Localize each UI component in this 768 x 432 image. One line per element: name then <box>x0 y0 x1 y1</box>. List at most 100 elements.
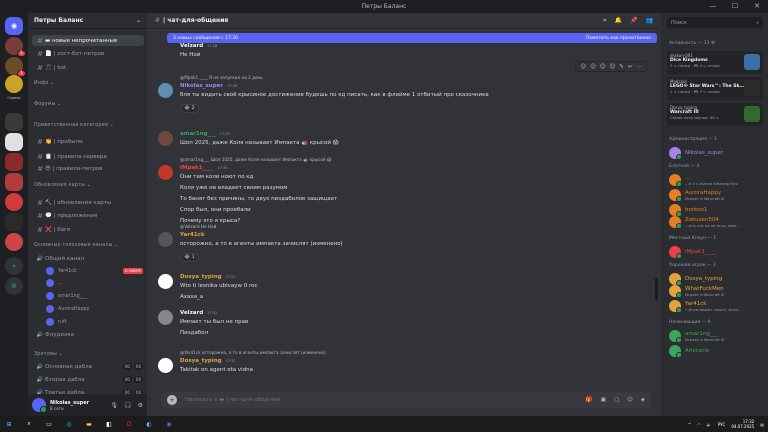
category-header[interactable]: Основные голосовые каналы ⌄ <box>28 243 147 248</box>
notification-icon[interactable]: ▤ <box>760 422 764 427</box>
voice-channel-item[interactable]: 🔊 Флудилка <box>28 332 147 338</box>
voice-channel-item[interactable]: 🔊 Основная дабла 00 00 <box>28 363 147 370</box>
server-icon[interactable] <box>5 213 23 231</box>
message-author[interactable]: Velzard 17:32 <box>180 310 217 316</box>
language-indicator[interactable]: РУС <box>718 422 726 427</box>
add-attachment-icon[interactable]: + <box>167 395 177 405</box>
server-icon[interactable] <box>5 133 23 151</box>
member-item[interactable]: Zakusen504 …ить это на не игру, ваш… <box>669 216 765 229</box>
message-author[interactable]: Dosya_typing 17:32 <box>180 358 236 364</box>
category-header[interactable]: Инфо ⌄ <box>28 81 147 86</box>
gift-icon[interactable]: 🎁 <box>586 397 593 403</box>
server-icon[interactable] <box>5 173 23 191</box>
voice-user[interactable]: Yar41ck В ЭФИРЕ <box>28 267 147 275</box>
avatar[interactable] <box>158 232 173 247</box>
minimize-button[interactable]: — <box>702 0 724 13</box>
message-composer[interactable]: + Написать в ▬ | чат-для-общения 🎁 ▣ ▢ ☺… <box>161 392 651 408</box>
sticker-icon[interactable]: ▢ <box>614 397 619 403</box>
server-header[interactable]: Петры Баланс ⌄ <box>28 13 147 29</box>
member-item[interactable]: Amiracle <box>669 345 765 358</box>
gear-icon[interactable]: ⚙ <box>138 402 143 409</box>
message-author[interactable]: amar1ng___ 17:30 <box>180 131 230 137</box>
voice-user[interactable]: ruft <box>28 318 147 326</box>
opera-icon[interactable]: O <box>124 419 134 429</box>
gif-icon[interactable]: ▣ <box>601 397 606 403</box>
more-icon[interactable]: ⋯ <box>637 64 643 70</box>
avatar[interactable] <box>158 310 173 325</box>
reply-preview[interactable]: @Mpak1 ____ Я не запускал на 2 день <box>180 75 263 80</box>
avatar[interactable] <box>158 274 173 289</box>
channel-item[interactable]: # 😎 | правила-петров <box>32 163 144 174</box>
headphones-icon[interactable]: 🎧 <box>124 402 131 409</box>
steam-icon[interactable]: ◐ <box>144 419 154 429</box>
reaction-button[interactable]: 😂 1 <box>180 253 199 262</box>
apps-icon[interactable]: ◈ <box>641 397 645 403</box>
network-icon[interactable]: ◠ <box>697 422 701 427</box>
reaction-icon[interactable]: ☺ <box>610 64 616 70</box>
server-icon[interactable] <box>5 233 23 251</box>
category-header[interactable]: Форумы ⌄ <box>28 102 147 107</box>
members-icon[interactable]: 👥 <box>646 17 653 25</box>
member-item[interactable]: borbos1 <box>669 204 765 217</box>
edit-icon[interactable]: ✎ <box>619 64 624 70</box>
maximize-button[interactable]: ☐ <box>724 0 746 13</box>
server-icon[interactable] <box>5 153 23 171</box>
scrollbar[interactable] <box>655 278 658 300</box>
pin-icon[interactable]: 📌 <box>630 17 637 25</box>
reaction-button[interactable]: 😂 2 <box>180 104 199 113</box>
channel-item[interactable]: # ▬ новые непрочитанные <box>32 35 144 46</box>
search-input[interactable]: Поиск ⌕ <box>667 17 763 28</box>
server-icon[interactable] <box>5 113 23 131</box>
message-author[interactable]: Dosya_typing 17:27 <box>180 274 236 280</box>
channel-item[interactable]: # 👏 | прибыли <box>32 136 144 147</box>
member-item[interactable]: WhatFuckMen Играет в Warcraft III <box>669 285 765 298</box>
activity-card[interactable]: drakon-001 Dice Kingdoms 3 ч. назад · 🎮 4 … <box>667 51 763 74</box>
folder-icon[interactable]: ▬ <box>84 419 94 429</box>
member-item[interactable]: amar1ng___ Играет в Warcraft III <box>669 330 765 343</box>
channel-item[interactable]: # 🔨 | обновления-карты <box>32 197 144 208</box>
avatar[interactable] <box>158 358 173 373</box>
server-icon[interactable]: 1 <box>5 57 26 77</box>
category-header[interactable]: Зритовы ⌄ <box>28 352 147 357</box>
channel-item[interactable]: # 📄 | хост-бот-петров <box>32 48 144 59</box>
category-header[interactable]: Обновления карты ⌄ <box>28 183 147 188</box>
avatar[interactable] <box>158 131 173 146</box>
channel-item[interactable]: # ❌ | баги <box>32 224 144 235</box>
message-author[interactable]: Yar41ck <box>180 232 208 238</box>
app-icon[interactable]: ◧ <box>104 419 114 429</box>
search-icon[interactable]: ⌕ <box>24 419 34 429</box>
chevron-up-icon[interactable]: ^ <box>688 422 691 427</box>
volume-icon[interactable]: 🔈 <box>707 422 712 427</box>
voice-user[interactable]: amar1ng___ <box>28 292 147 300</box>
server-icon[interactable] <box>5 75 23 93</box>
voice-user[interactable]: AuroraHappy <box>28 305 147 313</box>
microphone-icon[interactable]: 🎙 <box>111 402 119 409</box>
category-header[interactable]: Приветственная категория ⌄ <box>28 123 147 128</box>
avatar[interactable] <box>158 83 173 98</box>
windows-start-icon[interactable]: ⊞ <box>4 419 14 429</box>
message-author[interactable]: Velzard 17:26 <box>180 43 217 49</box>
member-item[interactable]: Yar41ck • Игра может смысл, если… <box>669 300 765 313</box>
mark-read-button[interactable]: Пометить как прочитанное <box>586 36 651 41</box>
message-author[interactable]: Nikolas_super 17:26 <box>180 83 237 89</box>
avatar[interactable] <box>32 398 47 413</box>
emoji-icon[interactable]: ☺ <box>627 397 633 403</box>
bell-icon[interactable]: 🔔 <box>615 17 622 25</box>
activity-card[interactable]: Dosya_typing Warcraft III Самая популярная… <box>667 103 763 126</box>
member-item[interactable]: … …е 0 с жизни Ювелир бля <box>669 174 765 187</box>
voice-channel-item[interactable]: 🔊 Общий канал <box>28 256 147 262</box>
activity-card[interactable]: Madcool LEGO® Star Wars™: The Sk… 1 ч. наз… <box>667 77 763 100</box>
message-author[interactable]: iMpak1____ 17:30 <box>180 165 228 171</box>
voice-channel-item[interactable]: 🔊 Вторая дабла 00 00 <box>28 376 147 383</box>
reply-preview[interactable]: @Yar41ck осторожно, а то в агенты импакт… <box>180 350 326 355</box>
member-item[interactable]: iMpak1____ <box>669 246 765 259</box>
emoji-icon[interactable]: ☺ <box>590 64 596 70</box>
discord-taskbar-icon[interactable]: ◉ <box>164 419 174 429</box>
close-button[interactable]: ✕ <box>746 0 768 13</box>
emoji-icon[interactable]: ☺ <box>580 64 586 70</box>
server-icon[interactable] <box>5 193 23 211</box>
reply-icon[interactable]: ↩ <box>628 64 633 70</box>
member-item[interactable]: AuroraHappy Играет в Warcraft III <box>669 189 765 202</box>
channel-item[interactable]: # 💬 | предложения <box>32 210 144 221</box>
new-messages-bar[interactable]: 3 новых сообщения с 17:30 Пометить как п… <box>167 33 657 43</box>
